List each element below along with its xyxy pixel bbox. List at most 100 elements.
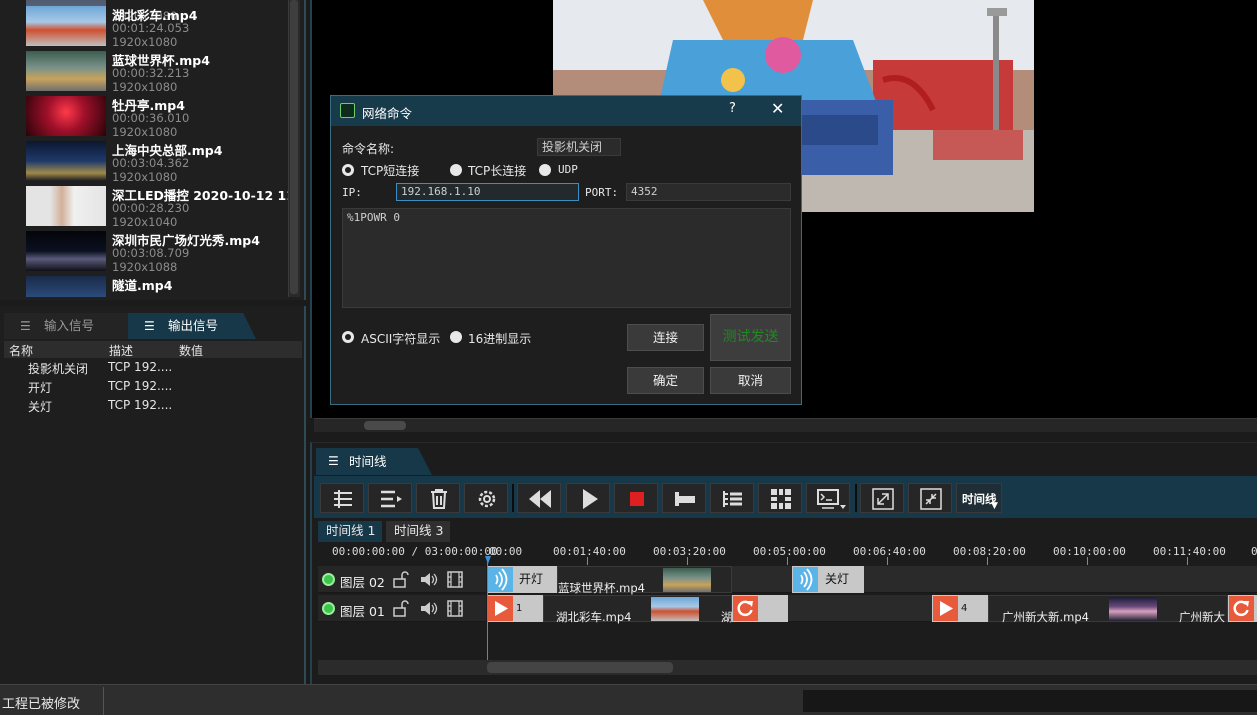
- radio-tcp-short[interactable]: [342, 164, 354, 176]
- media-name: 隧道.mp4: [112, 278, 173, 293]
- test-send-button[interactable]: 测试发送: [710, 314, 791, 361]
- layer-name: 图层 02: [340, 575, 385, 590]
- list-item[interactable]: 深工LED播控 2020-10-12 11-16 00:00:28.230 19…: [22, 183, 288, 229]
- tab-input-signal[interactable]: ☰ 输入信号: [4, 313, 128, 339]
- track-bar-button[interactable]: [662, 483, 706, 513]
- signal-table-header: 名称 描述 数值: [4, 341, 302, 358]
- ip-label: IP:: [342, 186, 362, 199]
- cancel-button[interactable]: 取消: [710, 367, 791, 394]
- table-row[interactable]: 投影机关闭 TCP 192....: [4, 358, 302, 377]
- preview-scrollbar-thumb[interactable]: [364, 421, 406, 430]
- timeline-scrollbar[interactable]: [318, 660, 1257, 675]
- list-item[interactable]: 隧道.mp4: [22, 273, 288, 297]
- list-view-button[interactable]: [710, 483, 754, 513]
- tab-timeline-3[interactable]: 时间线 3: [386, 521, 450, 542]
- radio-udp[interactable]: [539, 164, 551, 176]
- video-clip[interactable]: 湖北彩车.mp4 湖: [543, 595, 733, 624]
- stop-button[interactable]: [614, 483, 658, 513]
- playhead[interactable]: [487, 556, 488, 660]
- display-output-button[interactable]: [806, 483, 850, 513]
- playhead-marker[interactable]: [485, 556, 491, 564]
- list-item[interactable]: 湖北彩车.mp4 00:01:24.053 1920x1080: [22, 3, 288, 49]
- tick: [987, 557, 988, 565]
- signal-desc: TCP 192....: [108, 379, 173, 393]
- table-row[interactable]: 关灯 TCP 192....: [4, 396, 302, 415]
- media-resolution: 1920x1080: [112, 170, 178, 184]
- help-button[interactable]: ?: [729, 101, 736, 116]
- command-clip-on[interactable]: 开灯: [487, 566, 557, 593]
- media-duration: 00:03:08.709: [112, 246, 190, 260]
- command-clip-off[interactable]: 关灯: [792, 566, 864, 593]
- track-menu-button[interactable]: [368, 483, 412, 513]
- tab-label: 输入信号: [44, 318, 95, 333]
- loop-icon: [733, 596, 758, 621]
- media-duration: 00:00:36.010: [112, 111, 190, 125]
- clip-thumbnail: [651, 597, 699, 621]
- media-duration: 00:01:24.053: [112, 21, 190, 35]
- media-list[interactable]: 1920x1080 湖北彩车.mp4 00:01:24.053 1920x108…: [22, 0, 288, 297]
- play-cue-clip[interactable]: 1: [487, 595, 543, 622]
- layer-header[interactable]: 图层 01: [318, 595, 486, 622]
- column-header[interactable]: 名称: [9, 342, 33, 359]
- tick-label: 00:01:40:00: [553, 545, 626, 558]
- settings-button[interactable]: [464, 483, 508, 513]
- payload-textarea[interactable]: %1POWR 0: [342, 208, 791, 308]
- tick-label: 00:06:40:00: [853, 545, 926, 558]
- tab-output-signal[interactable]: ☰ 输出信号: [128, 313, 256, 339]
- radio-ascii[interactable]: [342, 331, 354, 343]
- thumbnail: [26, 51, 106, 91]
- speaker-icon[interactable]: [420, 571, 438, 588]
- radio-tcp-long[interactable]: [450, 164, 462, 176]
- connect-button[interactable]: 连接: [627, 324, 704, 351]
- signal-desc: TCP 192....: [108, 360, 173, 374]
- timeline-menu-button[interactable]: 时间线 ▼: [956, 483, 1002, 513]
- tick-label: 00:03:20:00: [653, 545, 726, 558]
- signal-name: 开灯: [28, 381, 53, 395]
- film-icon[interactable]: [447, 600, 463, 617]
- clip-label: 关灯: [825, 572, 850, 586]
- list-item[interactable]: 深圳市民广场灯光秀.mp4 00:03:08.709 1920x1088: [22, 228, 288, 274]
- radio-hex[interactable]: [450, 331, 462, 343]
- add-track-button[interactable]: [320, 483, 364, 513]
- thumbnail: [26, 141, 106, 181]
- play-icon: [933, 596, 958, 621]
- speaker-icon[interactable]: [420, 600, 438, 617]
- list-item[interactable]: 牡丹亭.mp4 00:00:36.010 1920x1080: [22, 93, 288, 139]
- unlock-icon[interactable]: [393, 600, 409, 617]
- media-resolution: 1920x1080: [112, 35, 178, 49]
- unlock-icon[interactable]: [393, 571, 409, 588]
- layer-visible-toggle[interactable]: [322, 602, 335, 615]
- loop-cue-clip[interactable]: [732, 595, 788, 622]
- video-clip[interactable]: 蓝球世界杯.mp4: [557, 566, 732, 595]
- grid-button[interactable]: [758, 483, 802, 513]
- preview-scrollbar[interactable]: [314, 418, 1257, 432]
- video-clip[interactable]: 广州新大新.mp4 广州新大: [988, 595, 1228, 624]
- rewind-button[interactable]: [517, 483, 561, 513]
- list-item[interactable]: 蓝球世界杯.mp4 00:00:32.213 1920x1080: [22, 48, 288, 94]
- timeline-scrollbar-thumb[interactable]: [487, 662, 673, 673]
- collapse-button[interactable]: [908, 483, 952, 513]
- ip-field[interactable]: 192.168.1.10: [396, 183, 579, 201]
- column-header[interactable]: 数值: [179, 342, 203, 359]
- port-field[interactable]: 4352: [626, 183, 791, 201]
- tab-timeline-1[interactable]: 时间线 1: [318, 521, 382, 542]
- layer-header[interactable]: 图层 02: [318, 566, 486, 593]
- table-row[interactable]: 开灯 TCP 192....: [4, 377, 302, 396]
- signal-name: 关灯: [28, 400, 53, 414]
- close-button[interactable]: ✕: [771, 99, 784, 118]
- ok-button[interactable]: 确定: [627, 367, 704, 394]
- cmd-name-field[interactable]: 投影机关闭: [537, 138, 621, 156]
- expand-button[interactable]: [860, 483, 904, 513]
- list-item[interactable]: 上海中央总部.mp4 00:03:04.362 1920x1080: [22, 138, 288, 184]
- radio-label: TCP长连接: [468, 164, 527, 178]
- media-scrollbar-thumb[interactable]: [290, 0, 298, 294]
- film-icon[interactable]: [447, 571, 463, 588]
- layer-visible-toggle[interactable]: [322, 573, 335, 586]
- play-cue-clip[interactable]: 4: [932, 595, 988, 622]
- loop-cue-clip[interactable]: [1228, 595, 1257, 622]
- status-text: 工程已被修改: [2, 697, 81, 712]
- tick: [787, 557, 788, 565]
- delete-button[interactable]: [416, 483, 460, 513]
- column-header[interactable]: 描述: [109, 342, 133, 359]
- play-button[interactable]: [566, 483, 610, 513]
